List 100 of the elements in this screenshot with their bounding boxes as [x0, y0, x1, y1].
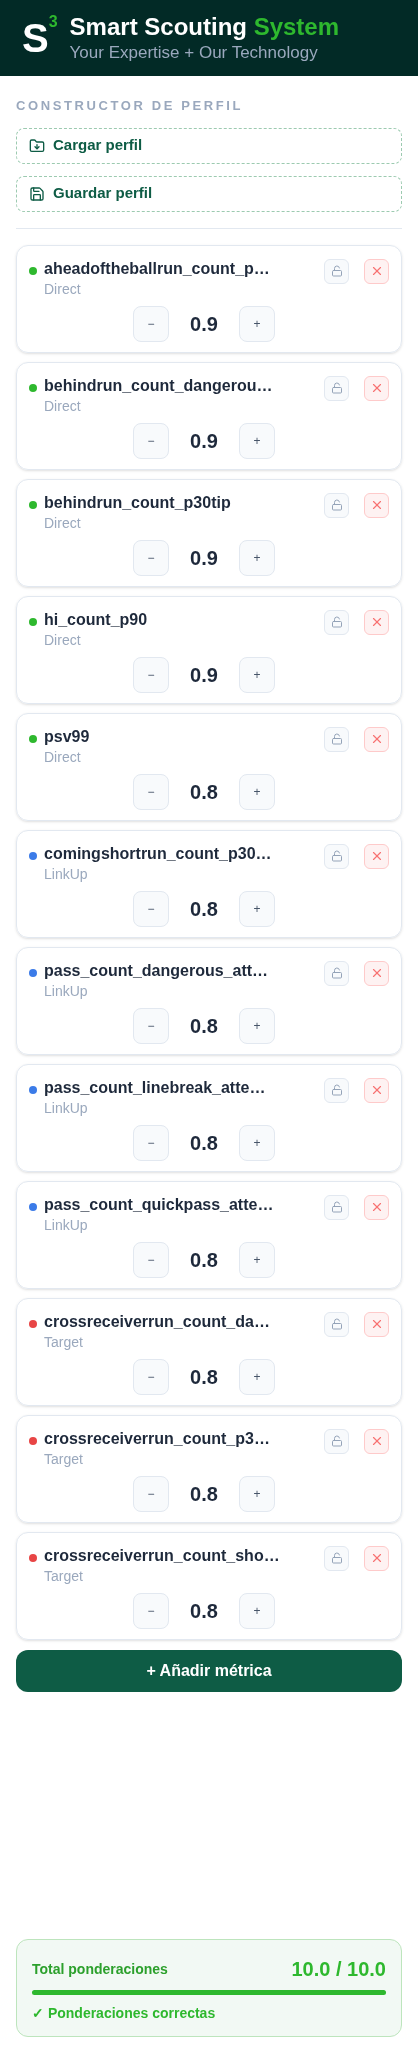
weight-value: 0.8 [189, 1364, 219, 1390]
status-message: ✓ Ponderaciones correctas [32, 2004, 217, 2023]
increase-button[interactable]: + [239, 773, 275, 810]
increase-button[interactable]: + [239, 1241, 275, 1278]
increase-button[interactable]: + [239, 1358, 275, 1395]
unlocked-icon [330, 616, 343, 628]
unlocked-icon [330, 967, 343, 979]
metric-category: Target [44, 1566, 84, 1585]
unlocked-icon [330, 1318, 343, 1330]
metric-name: crossreceiverrun_count_da… [44, 1311, 271, 1332]
lock-button[interactable] [324, 960, 349, 986]
lock-button[interactable] [324, 1311, 349, 1337]
increase-button[interactable]: + [239, 656, 275, 693]
decrease-button[interactable]: − [133, 305, 169, 342]
decrease-button[interactable]: − [133, 422, 169, 459]
increase-button[interactable]: + [239, 539, 275, 576]
lock-button[interactable] [324, 492, 349, 518]
increase-button[interactable]: + [239, 1007, 275, 1044]
lock-button[interactable] [324, 1194, 349, 1220]
weight-value: 0.8 [189, 1013, 219, 1039]
decrease-button[interactable]: − [133, 1475, 169, 1512]
metric-name: comingshortrun_count_p30… [44, 843, 273, 864]
metric-category: Direct [44, 513, 82, 532]
unlocked-icon [330, 499, 343, 511]
remove-button[interactable] [364, 609, 389, 635]
metric-category: Target [44, 1332, 84, 1351]
remove-button[interactable] [364, 726, 389, 752]
unlocked-icon [330, 1552, 343, 1564]
metric-category: Direct [44, 396, 82, 415]
lock-button[interactable] [324, 1077, 349, 1103]
unlocked-icon [330, 265, 343, 277]
remove-button[interactable] [364, 375, 389, 401]
metric-name: pass_count_linebreak_atte… [44, 1077, 267, 1098]
remove-button[interactable] [364, 1545, 389, 1571]
decrease-button[interactable]: − [133, 1592, 169, 1629]
increase-button[interactable]: + [239, 305, 275, 342]
unlocked-icon [330, 1435, 343, 1447]
decrease-button[interactable]: − [133, 890, 169, 927]
folder-download-icon [29, 137, 45, 154]
lock-button[interactable] [324, 258, 349, 284]
remove-button[interactable] [364, 1428, 389, 1454]
remove-button[interactable] [364, 258, 389, 284]
weight-value: 0.8 [189, 1481, 219, 1507]
unlocked-icon [330, 1201, 343, 1213]
summary-label: Total ponderaciones [32, 1959, 168, 1979]
remove-button[interactable] [364, 1194, 389, 1220]
decrease-button[interactable]: − [133, 1124, 169, 1161]
decrease-button[interactable]: − [133, 1358, 169, 1395]
remove-button[interactable] [364, 492, 389, 518]
metric-name: behindrun_count_dangerou… [44, 375, 274, 396]
profile-action-button[interactable]: Cargar perfil [16, 127, 402, 164]
metric-name: pass_count_dangerous_att… [44, 960, 270, 981]
lock-button[interactable] [324, 375, 349, 401]
lock-button[interactable] [324, 1545, 349, 1571]
increase-button[interactable]: + [239, 890, 275, 927]
metric-category: LinkUp [44, 1098, 89, 1117]
lock-button[interactable] [324, 726, 349, 752]
metric-name: crossreceiverrun_count_p3… [44, 1428, 271, 1449]
weight-value: 0.8 [189, 896, 219, 922]
decrease-button[interactable]: − [133, 656, 169, 693]
decrease-button[interactable]: − [133, 1007, 169, 1044]
metric-category: Target [44, 1449, 84, 1468]
increase-button[interactable]: + [239, 1475, 275, 1512]
decrease-button[interactable]: − [133, 539, 169, 576]
unlocked-icon [330, 850, 343, 862]
remove-button[interactable] [364, 960, 389, 986]
app-subtitle: Your Expertise + Our Technology [69, 42, 319, 64]
metric-category: LinkUp [44, 864, 89, 883]
lock-button[interactable] [324, 1428, 349, 1454]
unlocked-icon [330, 1084, 343, 1096]
lock-button[interactable] [324, 609, 349, 635]
weight-value: 0.9 [189, 428, 219, 454]
weight-value: 0.8 [189, 1598, 219, 1624]
decrease-button[interactable]: − [133, 1241, 169, 1278]
weight-value: 0.9 [189, 311, 219, 337]
add-metric-button[interactable]: + Añadir métrica [16, 1649, 402, 1692]
summary-total: 10.0 / 10.0 [291, 1957, 386, 1982]
metric-name: psv99 [44, 726, 91, 747]
weight-value: 0.9 [189, 662, 219, 688]
increase-button[interactable]: + [239, 422, 275, 459]
metric-category: LinkUp [44, 1215, 89, 1234]
remove-button[interactable] [364, 1077, 389, 1103]
increase-button[interactable]: + [239, 1592, 275, 1629]
metric-category: LinkUp [44, 981, 89, 1000]
remove-button[interactable] [364, 1311, 389, 1337]
unlocked-icon [330, 733, 343, 745]
metric-name: behindrun_count_p30tip [44, 492, 232, 513]
remove-button[interactable] [364, 843, 389, 869]
weight-value: 0.8 [189, 1130, 219, 1156]
section-title: CONSTRUCTOR DE PERFIL [16, 97, 244, 115]
metric-category: Direct [44, 279, 82, 298]
increase-button[interactable]: + [239, 1124, 275, 1161]
metric-name: pass_count_quickpass_atte… [44, 1194, 275, 1215]
weight-value: 0.8 [189, 779, 219, 805]
profile-action-button[interactable]: Guardar perfil [16, 175, 402, 212]
metric-name: aheadoftheballrun_count_p… [44, 258, 271, 279]
metric-category: Direct [44, 747, 82, 766]
metric-name: crossreceiverrun_count_sho… [44, 1545, 281, 1566]
decrease-button[interactable]: − [133, 773, 169, 810]
lock-button[interactable] [324, 843, 349, 869]
